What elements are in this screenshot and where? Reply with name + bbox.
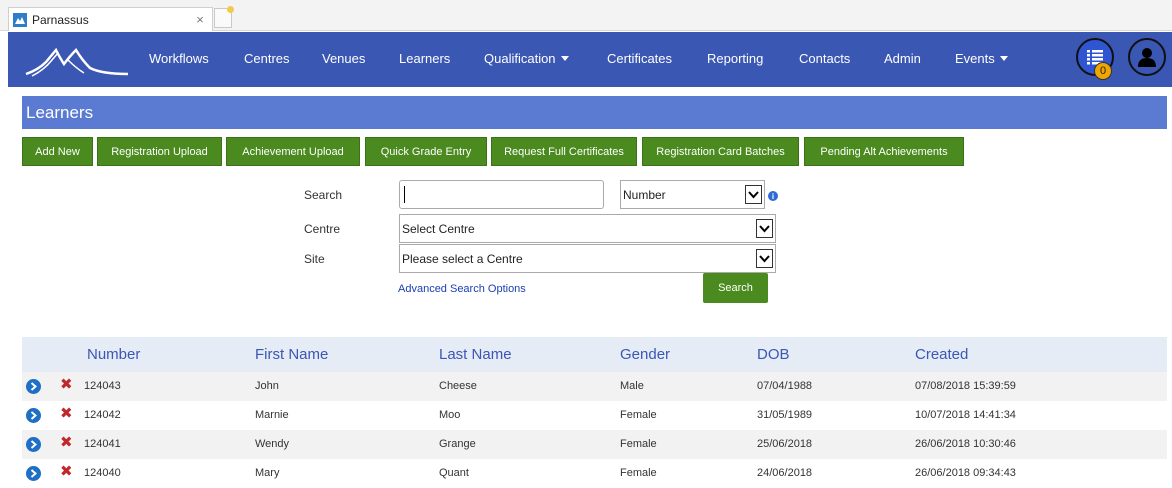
registration-card-batches-button[interactable]: Registration Card Batches: [642, 137, 799, 166]
cell-first-name: Marnie: [255, 409, 289, 421]
cell-created: 07/08/2018 15:39:59: [915, 380, 1016, 392]
column-header-last-name[interactable]: Last Name: [439, 346, 512, 363]
chevron-down-icon: [745, 185, 762, 204]
cell-number: 124043: [84, 380, 121, 392]
cell-first-name: Mary: [255, 467, 280, 479]
nav-centres[interactable]: Centres: [244, 51, 290, 66]
site-select-value: Please select a Centre: [402, 251, 523, 266]
browser-tab[interactable]: Parnassus ×: [8, 7, 213, 31]
cell-number: 124040: [84, 467, 121, 479]
open-record-icon[interactable]: [26, 466, 41, 481]
pending-alt-achievements-button[interactable]: Pending Alt Achievements: [804, 137, 964, 166]
column-header-gender[interactable]: Gender: [620, 346, 670, 363]
parnassus-logo[interactable]: [18, 40, 138, 80]
cell-gender: Male: [620, 380, 644, 392]
nav-events[interactable]: Events: [955, 51, 1008, 66]
search-button[interactable]: Search: [703, 273, 768, 303]
mountain-favicon-icon: [13, 12, 27, 27]
page-title: Learners: [22, 96, 1167, 129]
new-tab-icon[interactable]: [214, 6, 234, 28]
close-icon[interactable]: ×: [192, 12, 208, 27]
achievement-upload-button[interactable]: Achievement Upload: [226, 137, 360, 166]
search-type-value: Number: [623, 187, 666, 202]
nav-reporting[interactable]: Reporting: [707, 51, 763, 66]
cell-last-name: Cheese: [439, 380, 477, 392]
chevron-down-icon: [756, 249, 773, 268]
table-row[interactable]: ✖ 124042 Marnie Moo Female 31/05/1989 10…: [22, 401, 1167, 430]
table-row[interactable]: ✖ 124041 Wendy Grange Female 25/06/2018 …: [22, 430, 1167, 459]
request-full-certificates-button[interactable]: Request Full Certificates: [491, 137, 637, 166]
site-select[interactable]: Please select a Centre: [399, 244, 776, 273]
notification-count-badge: 0: [1094, 62, 1112, 80]
cell-number: 124041: [84, 438, 121, 450]
cell-number: 124042: [84, 409, 121, 421]
cell-gender: Female: [620, 438, 657, 450]
delete-icon[interactable]: ✖: [60, 406, 74, 421]
column-header-created[interactable]: Created: [915, 346, 968, 363]
cell-dob: 31/05/1989: [757, 409, 813, 421]
table-row[interactable]: ✖ 124040 Mary Quant Female 24/06/2018 26…: [22, 459, 1167, 488]
cell-last-name: Quant: [439, 467, 469, 479]
table-row[interactable]: ✖ 124043 John Cheese Male 07/04/1988 07/…: [22, 372, 1167, 401]
cell-created: 10/07/2018 14:41:34: [915, 409, 1016, 421]
nav-workflows[interactable]: Workflows: [149, 51, 209, 66]
column-header-number[interactable]: Number: [87, 346, 140, 363]
open-record-icon[interactable]: [26, 379, 41, 394]
chevron-down-icon: [756, 219, 773, 238]
caret-down-icon: [999, 56, 1008, 61]
learners-table: Number First Name Last Name Gender DOB C…: [22, 337, 1167, 488]
main-navbar: Workflows Centres Venues Learners Qualif…: [8, 32, 1172, 87]
add-new-button[interactable]: Add New: [22, 137, 93, 166]
nav-learners[interactable]: Learners: [399, 51, 450, 66]
open-record-icon[interactable]: [26, 437, 41, 452]
nav-admin[interactable]: Admin: [884, 51, 921, 66]
browser-tab-title: Parnassus: [32, 12, 89, 27]
cell-dob: 07/04/1988: [757, 380, 813, 392]
column-header-dob[interactable]: DOB: [757, 346, 790, 363]
user-account-button[interactable]: [1128, 38, 1166, 76]
centre-select-value: Select Centre: [402, 221, 475, 236]
user-icon: [1138, 48, 1156, 67]
registration-upload-button[interactable]: Registration Upload: [97, 137, 222, 166]
nav-certificates[interactable]: Certificates: [607, 51, 672, 66]
delete-icon[interactable]: ✖: [60, 435, 74, 450]
delete-icon[interactable]: ✖: [60, 464, 74, 479]
info-icon[interactable]: i: [768, 191, 778, 201]
column-header-first-name[interactable]: First Name: [255, 346, 328, 363]
quick-grade-entry-button[interactable]: Quick Grade Entry: [365, 137, 487, 166]
search-type-select[interactable]: Number: [620, 180, 765, 209]
nav-qualification-label: Qualification: [484, 51, 556, 66]
centre-select[interactable]: Select Centre: [399, 214, 776, 243]
cell-last-name: Moo: [439, 409, 461, 421]
cell-gender: Female: [620, 409, 657, 421]
cell-created: 26/06/2018 10:30:46: [915, 438, 1016, 450]
cell-created: 26/06/2018 09:34:43: [915, 467, 1016, 479]
cell-first-name: Wendy: [255, 438, 290, 450]
cell-gender: Female: [620, 467, 657, 479]
search-input[interactable]: [399, 180, 604, 209]
nav-qualification[interactable]: Qualification: [484, 51, 569, 66]
open-record-icon[interactable]: [26, 408, 41, 423]
cell-first-name: John: [255, 380, 279, 392]
caret-down-icon: [560, 56, 569, 61]
nav-contacts[interactable]: Contacts: [799, 51, 850, 66]
site-label: Site: [304, 252, 325, 266]
text-cursor: [404, 186, 405, 203]
nav-events-label: Events: [955, 51, 995, 66]
search-label: Search: [304, 188, 343, 202]
table-header: Number First Name Last Name Gender DOB C…: [22, 337, 1167, 372]
cell-dob: 24/06/2018: [757, 467, 813, 479]
nav-venues[interactable]: Venues: [322, 51, 365, 66]
advanced-search-link[interactable]: Advanced Search Options: [398, 283, 526, 295]
delete-icon[interactable]: ✖: [60, 377, 74, 392]
cell-last-name: Grange: [439, 438, 476, 450]
centre-label: Centre: [304, 222, 341, 236]
browser-tab-strip: Parnassus ×: [0, 0, 1172, 31]
cell-dob: 25/06/2018: [757, 438, 813, 450]
